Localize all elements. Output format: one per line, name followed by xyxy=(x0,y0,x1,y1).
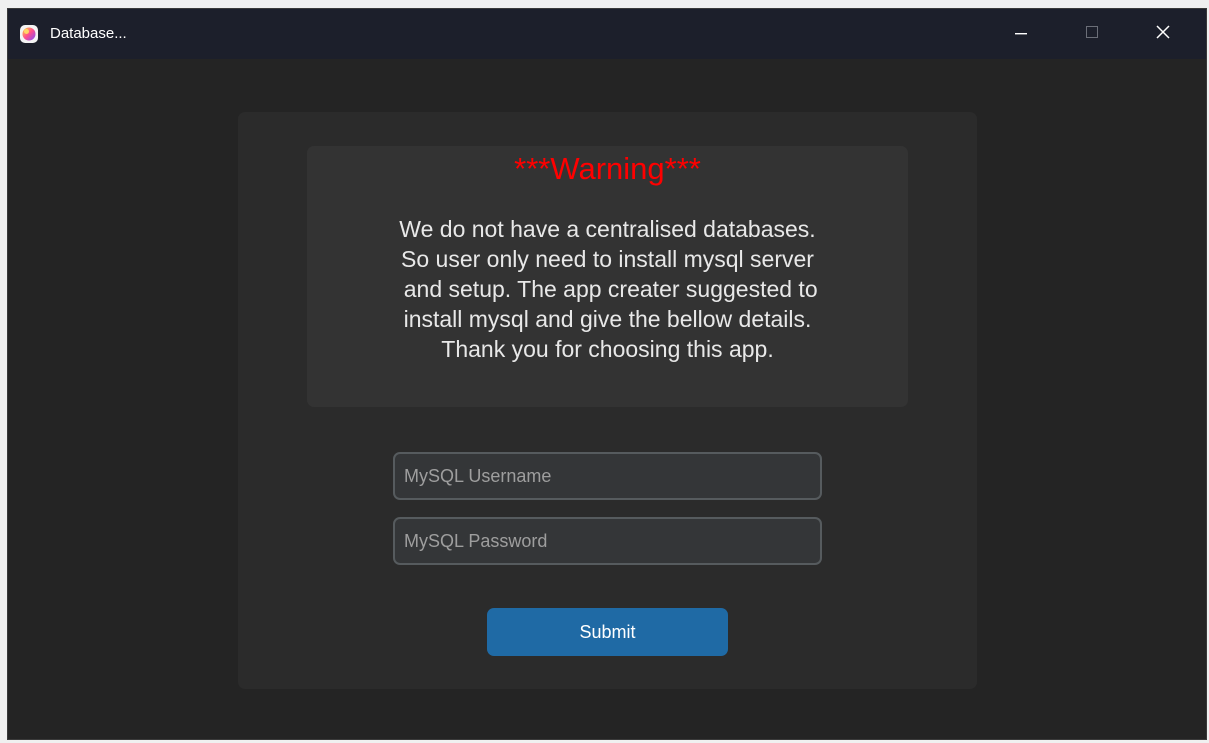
app-logo-icon xyxy=(19,24,39,44)
warning-box: ***Warning*** We do not have a centralis… xyxy=(307,146,908,407)
warning-message: We do not have a centralised databases. … xyxy=(307,214,908,364)
warning-line: Thank you for choosing this app. xyxy=(441,336,774,362)
warning-line: We do not have a centralised databases. xyxy=(399,216,816,242)
warning-line: So user only need to install mysql serve… xyxy=(401,246,814,272)
setup-card: ***Warning*** We do not have a centralis… xyxy=(238,112,977,689)
minimize-icon xyxy=(1014,25,1028,44)
warning-line: install mysql and give the bellow detail… xyxy=(403,306,812,332)
window-title: Database... xyxy=(50,25,127,42)
minimize-button[interactable] xyxy=(986,9,1056,59)
maximize-button[interactable] xyxy=(1057,9,1127,59)
submit-button[interactable]: Submit xyxy=(487,608,728,656)
maximize-icon xyxy=(1085,25,1099,44)
title-bar[interactable]: Database... xyxy=(8,9,1206,59)
mysql-password-input[interactable] xyxy=(393,517,822,565)
close-icon xyxy=(1155,24,1171,45)
mysql-username-input[interactable] xyxy=(393,452,822,500)
warning-line: and setup. The app creater suggested to xyxy=(397,276,818,302)
warning-title: ***Warning*** xyxy=(514,151,701,186)
app-window: Database... ***Warning*** We do not have… xyxy=(7,8,1207,740)
close-button[interactable] xyxy=(1128,9,1198,59)
